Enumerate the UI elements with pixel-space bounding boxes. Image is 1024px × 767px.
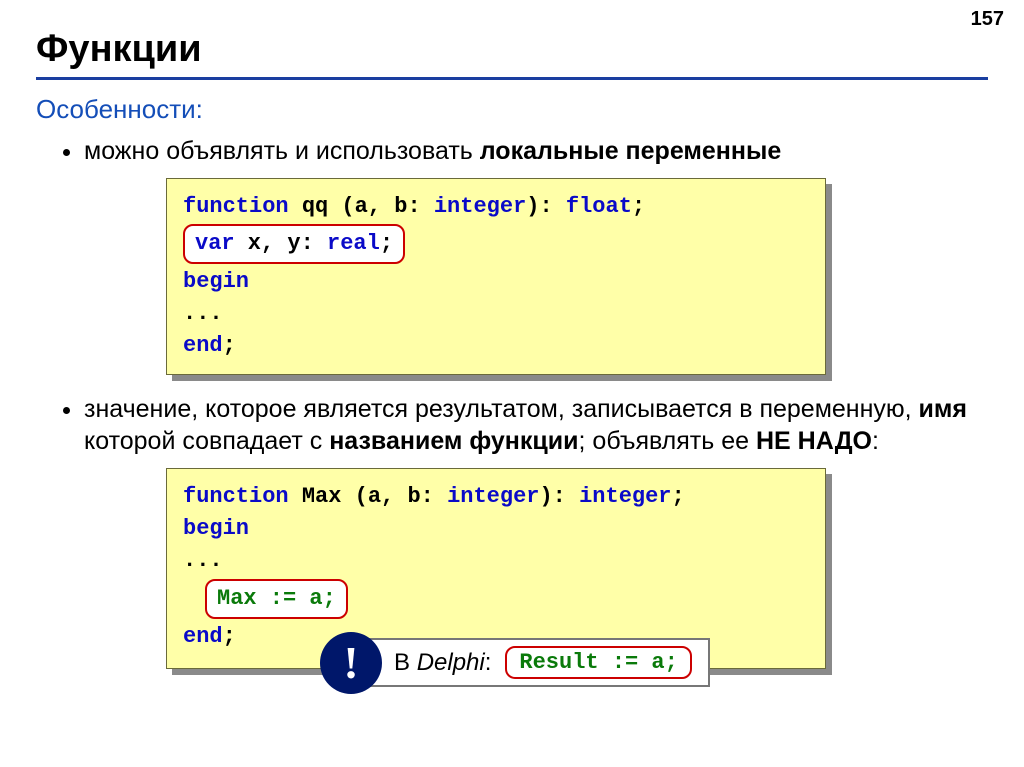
page-title: Функции bbox=[36, 28, 988, 71]
bullet-bold: имя bbox=[919, 395, 967, 423]
code-text: ): bbox=[526, 194, 566, 219]
kw-begin: begin bbox=[183, 269, 249, 294]
code-text: ): bbox=[539, 484, 579, 509]
code-text: ... bbox=[183, 301, 223, 326]
kw-function: function bbox=[183, 484, 289, 509]
code-text: ; bbox=[672, 484, 685, 509]
code-text: ; bbox=[632, 194, 645, 219]
kw-integer: integer bbox=[579, 484, 671, 509]
code-text: ; bbox=[380, 231, 393, 256]
bullet-bold: НЕ НАДО bbox=[756, 427, 872, 455]
delphi-name: Delphi bbox=[417, 649, 485, 676]
code-block-2: function Max (a, b: integer): integer; b… bbox=[166, 468, 826, 669]
var-highlight: var x, y: real; bbox=[183, 224, 405, 264]
code-text: ; bbox=[223, 624, 236, 649]
assign-highlight: Max := a; bbox=[205, 579, 348, 619]
title-rule bbox=[36, 77, 988, 80]
kw-integer: integer bbox=[447, 484, 539, 509]
code-text: ; bbox=[223, 333, 236, 358]
kw-end: end bbox=[183, 624, 223, 649]
kw-var: var bbox=[195, 231, 235, 256]
bullet-bold: названием функции bbox=[329, 427, 578, 455]
bullet-list: можно объявлять и использовать локальные… bbox=[36, 135, 988, 168]
code-content: function qq (a, b: integer): float; var … bbox=[166, 178, 826, 375]
code-text: qq (a, b: bbox=[289, 194, 434, 219]
kw-function: function bbox=[183, 194, 289, 219]
delphi-prefix: В bbox=[394, 649, 417, 676]
exclamation-icon: ! bbox=[320, 632, 382, 694]
kw-real: real bbox=[327, 231, 380, 256]
kw-end: end bbox=[183, 333, 223, 358]
bullet-text: которой совпадает с bbox=[84, 427, 329, 455]
delphi-suffix: : bbox=[485, 649, 492, 676]
list-item: значение, которое является результатом, … bbox=[84, 393, 988, 458]
list-item: можно объявлять и использовать локальные… bbox=[84, 135, 988, 168]
code-text: Max (a, b: bbox=[289, 484, 447, 509]
code-text: x, y: bbox=[235, 231, 327, 256]
bullet-text: можно объявлять и использовать bbox=[84, 137, 480, 165]
bullet-text: значение, которое является результатом, … bbox=[84, 395, 919, 423]
bullet-bold: локальные переменные bbox=[480, 137, 782, 165]
delphi-callout: ! В Delphi: Result := a; bbox=[320, 638, 710, 687]
kw-begin: begin bbox=[183, 516, 249, 541]
slide-body: Функции Особенности: можно объявлять и и… bbox=[0, 0, 1024, 669]
bullet-list-2: значение, которое является результатом, … bbox=[36, 393, 988, 458]
code-text: ... bbox=[183, 548, 223, 573]
kw-float: float bbox=[566, 194, 632, 219]
delphi-box: В Delphi: Result := a; bbox=[352, 638, 710, 687]
bullet-text: ; объявлять ее bbox=[579, 427, 756, 455]
code-assign: Max := a; bbox=[217, 586, 336, 611]
kw-integer: integer bbox=[434, 194, 526, 219]
subheading: Особенности: bbox=[36, 94, 988, 125]
code-block-1: function qq (a, b: integer): float; var … bbox=[166, 178, 826, 375]
result-highlight: Result := a; bbox=[505, 646, 691, 679]
delphi-label: В Delphi: bbox=[394, 649, 491, 677]
page-number: 157 bbox=[971, 8, 1004, 31]
bullet-text: : bbox=[872, 427, 879, 455]
